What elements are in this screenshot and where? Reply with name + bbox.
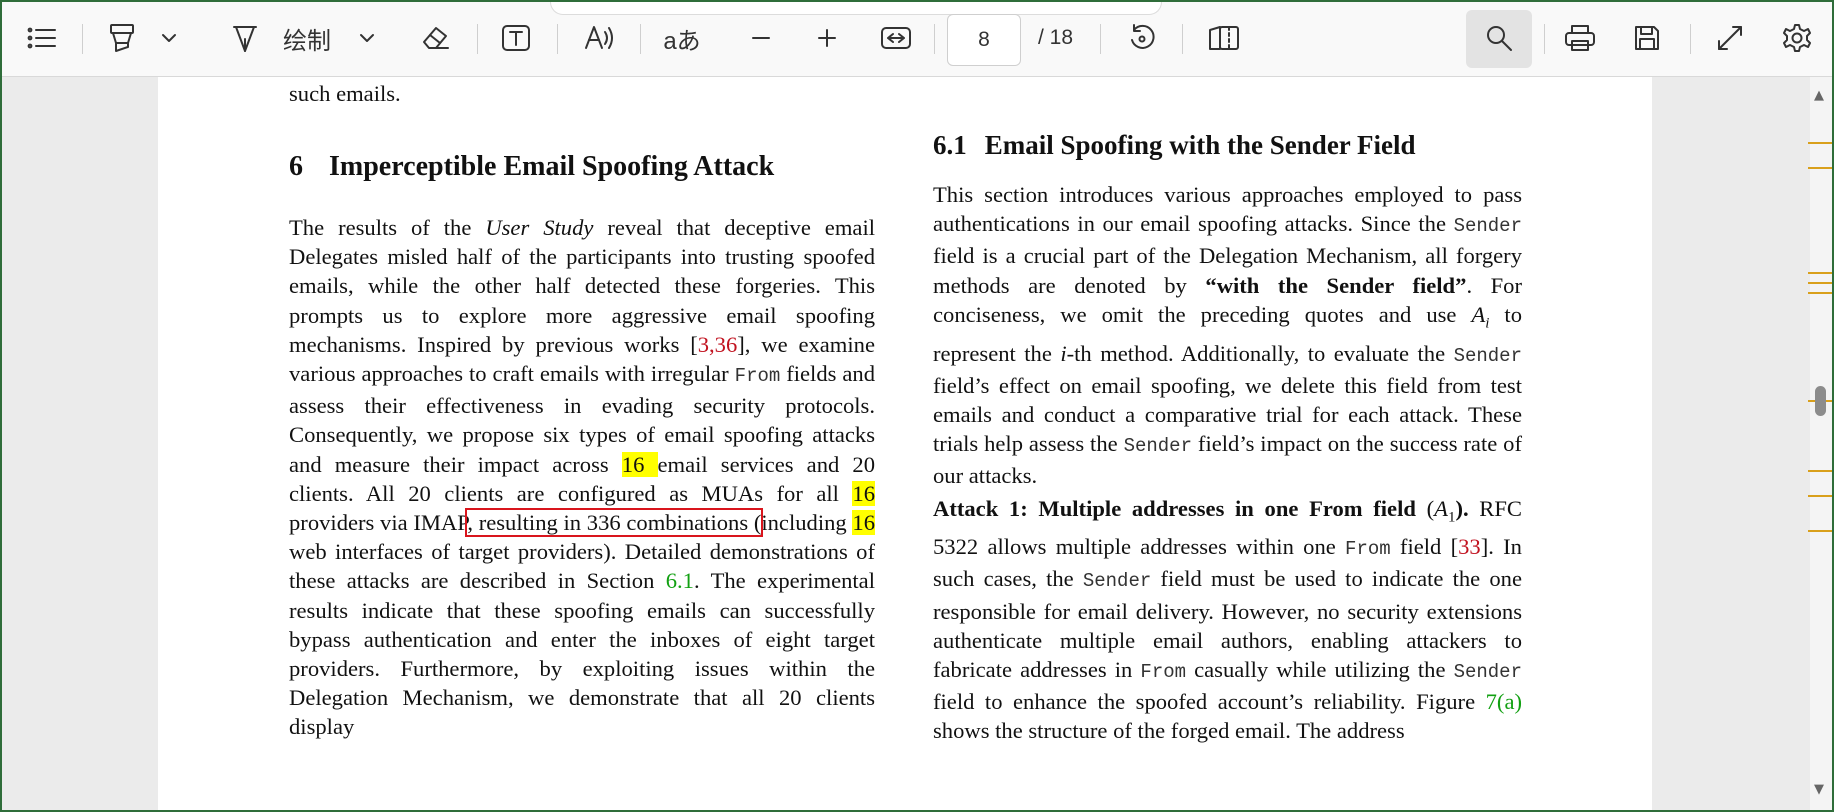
separator xyxy=(1100,24,1101,54)
text-run: This section introduces various approach… xyxy=(933,182,1522,237)
code-term: Sender xyxy=(1123,435,1192,458)
math-symbol: A xyxy=(1434,495,1448,521)
text-run: field to enhance the spoofed account’s r… xyxy=(933,689,1486,715)
print-icon[interactable] xyxy=(1560,16,1600,60)
text-run: providers via IMAP xyxy=(289,510,468,536)
scroll-down-arrow[interactable]: ▼ xyxy=(1814,782,1824,797)
paragraph-top: such emails. xyxy=(289,81,401,106)
list-icon[interactable] xyxy=(22,16,62,60)
left-column: such emails. xyxy=(289,79,875,108)
text-run: including xyxy=(761,510,853,536)
save-icon[interactable] xyxy=(1627,16,1667,60)
figure-link[interactable]: 7(a) xyxy=(1486,689,1522,714)
heading-text: Imperceptible Email Spoofing Attack xyxy=(329,151,775,182)
heading-text: Email Spoofing with the Sender Field xyxy=(984,130,1416,160)
separator xyxy=(934,24,935,54)
section-6-1-heading: 6.1 Email Spoofing with the Sender Field xyxy=(933,130,1416,161)
search-match-marker xyxy=(1808,495,1832,497)
rotate-icon[interactable] xyxy=(1122,16,1162,60)
search-match-marker xyxy=(1808,142,1832,144)
bold-quote: “with the Sender field” xyxy=(1205,272,1467,298)
code-term: Sender xyxy=(1453,661,1522,684)
heading-number: 6 xyxy=(289,151,303,182)
text-run: shows the structure of the forged email.… xyxy=(933,718,1405,744)
separator xyxy=(557,24,558,54)
scroll-up-arrow[interactable]: ▲ xyxy=(1814,88,1824,103)
code-term: Sender xyxy=(1453,344,1522,367)
right-paragraph-2: Attack 1: Multiple addresses in one From… xyxy=(933,495,1522,744)
citation-link[interactable]: 36 xyxy=(715,332,738,357)
scroll-thumb[interactable] xyxy=(1815,386,1826,416)
page-total: / 18 xyxy=(1038,26,1074,49)
citation-link[interactable]: 3 xyxy=(698,332,709,357)
search-highlight: 16 xyxy=(852,510,876,536)
search-match-marker xyxy=(1808,292,1832,294)
settings-icon[interactable] xyxy=(1777,16,1817,60)
citation-link[interactable]: 33 xyxy=(1458,534,1481,559)
chevron-down-icon[interactable] xyxy=(157,16,181,60)
chevron-down-icon[interactable] xyxy=(355,16,379,60)
vertical-scrollbar[interactable] xyxy=(1810,77,1832,810)
pdf-viewer-window: 绘制 aあ 8 / 18 such emails. 6 Imperceptibl… xyxy=(0,0,1834,812)
page-number-input[interactable]: 8 xyxy=(947,14,1021,66)
separator xyxy=(82,24,83,54)
right-column: This section introduces various approach… xyxy=(933,180,1522,746)
fullscreen-icon[interactable] xyxy=(1710,16,1750,60)
text-run: The results of the xyxy=(289,215,486,240)
draw-label[interactable]: 绘制 xyxy=(280,16,334,60)
search-icon[interactable] xyxy=(1479,16,1519,60)
separator xyxy=(1690,24,1691,54)
two-page-icon[interactable] xyxy=(1204,16,1244,60)
section-6-heading: 6 Imperceptible Email Spoofing Attack xyxy=(289,151,774,183)
text-run: casually while utilizing the xyxy=(1186,657,1454,683)
code-term: From xyxy=(1345,538,1391,561)
left-paragraph: The results of the User Study reveal tha… xyxy=(289,213,876,742)
read-aloud-icon[interactable] xyxy=(580,16,620,60)
user-study-italic: User Study xyxy=(485,215,594,240)
text-run: . The experimental results indicate that… xyxy=(289,568,875,740)
tab-notch xyxy=(550,2,1162,15)
separator xyxy=(1182,24,1183,54)
highlighter-icon[interactable] xyxy=(102,16,142,60)
code-term: From xyxy=(734,365,781,388)
text-run: field [ xyxy=(1390,534,1459,560)
eraser-icon[interactable] xyxy=(415,16,455,60)
text-box-icon[interactable] xyxy=(496,16,536,60)
separator xyxy=(640,24,641,54)
search-match-marker xyxy=(1808,470,1832,472)
search-highlight: 16 xyxy=(621,451,658,477)
toolbar: 绘制 aあ 8 / 18 xyxy=(2,2,1832,77)
document-page: such emails. 6 Imperceptible Email Spoofi… xyxy=(158,77,1652,810)
annotation-box[interactable]: , resulting in 336 combinations ( xyxy=(465,508,764,538)
search-match-marker xyxy=(1808,167,1832,169)
plus-icon[interactable] xyxy=(812,16,842,60)
minus-icon[interactable] xyxy=(746,16,776,60)
text-run: -th method. Additionally, to evaluate th… xyxy=(1066,340,1454,366)
code-term: Sender xyxy=(1082,570,1152,593)
math-symbol: A xyxy=(1471,301,1486,327)
separator xyxy=(477,24,478,54)
right-paragraph-1: This section introduces various approach… xyxy=(933,180,1522,491)
code-term: From xyxy=(1140,661,1187,684)
pen-icon[interactable] xyxy=(227,16,263,60)
search-match-marker xyxy=(1808,530,1832,532)
search-match-marker xyxy=(1808,272,1832,274)
search-match-marker xyxy=(1808,282,1832,284)
code-term: Sender xyxy=(1453,215,1522,238)
attack-title: Attack 1: Multiple addresses in one From… xyxy=(933,495,1416,521)
text-size-icon[interactable]: aあ xyxy=(658,16,706,60)
section-link[interactable]: 6.1 xyxy=(666,568,694,593)
fit-width-icon[interactable] xyxy=(876,16,916,60)
heading-number: 6.1 xyxy=(933,130,967,160)
separator xyxy=(1544,24,1545,54)
search-highlight: 16 xyxy=(852,480,875,506)
